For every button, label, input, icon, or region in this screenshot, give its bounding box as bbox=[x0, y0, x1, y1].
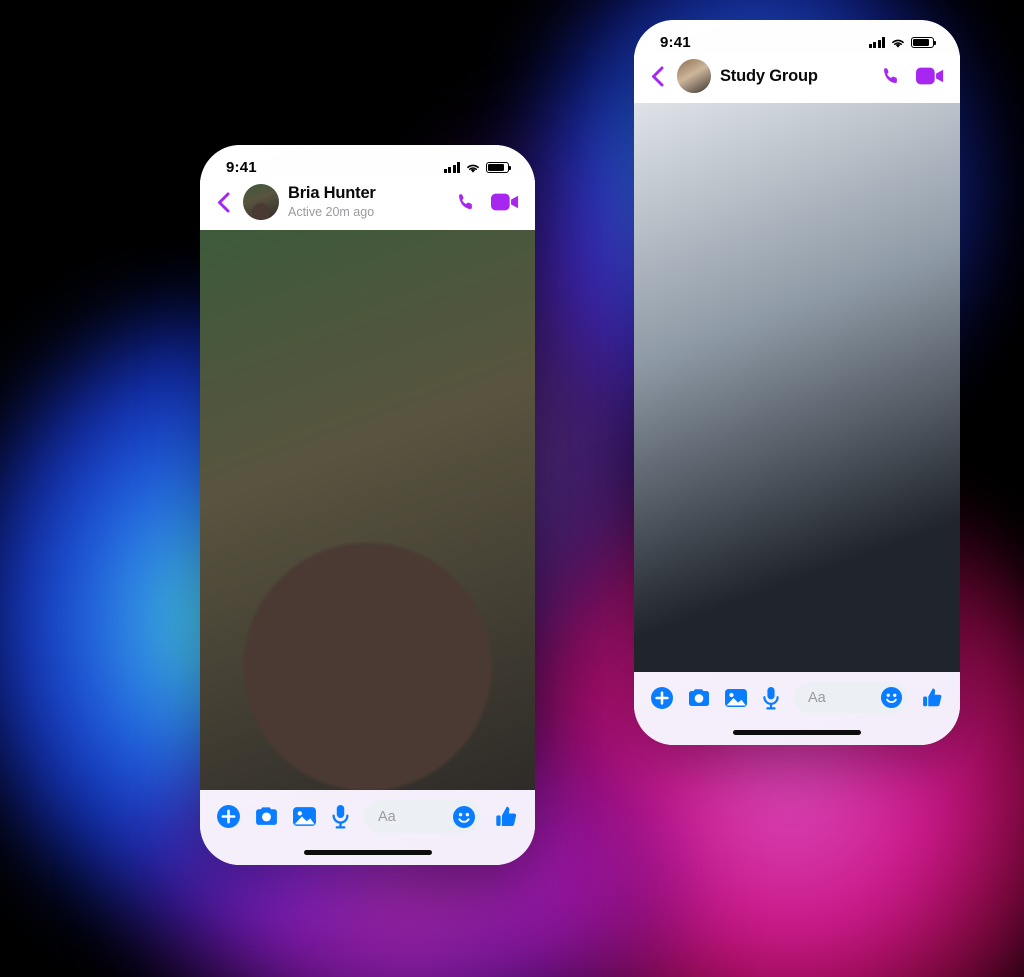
message-input-placeholder: Aa bbox=[378, 808, 396, 825]
cellular-bars-icon bbox=[868, 37, 885, 48]
screen-bria-hunter: 9:41 Bria Hunter Active 20m ago Aa bbox=[200, 145, 535, 865]
battery-icon bbox=[911, 37, 937, 48]
wifi-icon bbox=[892, 39, 904, 48]
status-time: 9:41 bbox=[226, 159, 257, 176]
home-bar bbox=[200, 839, 535, 865]
battery-icon bbox=[486, 162, 512, 173]
status-bar: 9:41 bbox=[634, 20, 960, 53]
chat-header: Bria Hunter Active 20m ago bbox=[200, 178, 535, 231]
message-list[interactable]: Was so nice to see the sunrise! I kept a… bbox=[200, 230, 535, 790]
screen-study-group: 9:41 Study Group Aa bbox=[634, 20, 960, 745]
header-actions bbox=[880, 65, 944, 87]
home-bar bbox=[634, 719, 960, 745]
message-input[interactable]: Aa bbox=[794, 682, 908, 713]
header-title: Study Group bbox=[720, 67, 871, 86]
status-icons bbox=[868, 37, 937, 49]
group-avatar[interactable] bbox=[677, 59, 711, 93]
wifi-icon bbox=[467, 164, 479, 173]
chevron-left-icon[interactable] bbox=[646, 65, 668, 87]
screenshot-stage: 9:41 Study Group Aa 9:41 Bria Hunter Act… bbox=[0, 0, 1024, 977]
video-camera-icon[interactable] bbox=[916, 66, 944, 86]
smiley-icon[interactable] bbox=[452, 805, 476, 829]
bria-avatar[interactable] bbox=[200, 230, 535, 790]
message-input[interactable]: Aa bbox=[364, 800, 481, 833]
conversation-name: Bria Hunter bbox=[288, 184, 376, 202]
plus-circle-icon[interactable] bbox=[650, 686, 674, 710]
header-title: Bria Hunter Active 20m ago bbox=[288, 184, 446, 220]
active-status: Active 20m ago bbox=[288, 204, 375, 219]
yuri-avatar[interactable] bbox=[634, 103, 960, 672]
status-time: 9:41 bbox=[660, 34, 691, 51]
cellular-bars-icon bbox=[443, 162, 460, 173]
message-input-placeholder: Aa bbox=[808, 689, 826, 706]
chat-header: Study Group bbox=[634, 53, 960, 103]
thumbs-up-icon[interactable] bbox=[494, 804, 519, 830]
camera-icon[interactable] bbox=[254, 804, 279, 829]
chevron-left-icon[interactable] bbox=[212, 191, 234, 213]
photo-icon[interactable] bbox=[292, 805, 317, 828]
microphone-icon[interactable] bbox=[330, 804, 351, 829]
composer: Aa bbox=[200, 790, 535, 839]
photo-icon[interactable] bbox=[724, 687, 748, 709]
status-bar: 9:41 bbox=[200, 145, 535, 178]
reactions-row[interactable]: 😱 😱 😱 bbox=[200, 230, 535, 790]
conversation-name: Study Group bbox=[720, 66, 818, 85]
message-list[interactable]: everyone up to? Shane Big test tomorrow!… bbox=[634, 103, 960, 672]
phone-icon[interactable] bbox=[880, 65, 902, 87]
status-icons bbox=[443, 162, 512, 174]
composer: Aa bbox=[634, 672, 960, 719]
microphone-icon[interactable] bbox=[761, 686, 781, 710]
thumbs-up-icon[interactable] bbox=[921, 686, 944, 710]
plus-circle-icon[interactable] bbox=[216, 804, 241, 829]
contact-avatar[interactable] bbox=[243, 184, 279, 221]
header-actions bbox=[455, 191, 519, 213]
phone-study-group: 9:41 Study Group Aa bbox=[634, 20, 960, 745]
phone-icon[interactable] bbox=[455, 191, 477, 213]
message-row[interactable]: I'm heading home but can join at 5:15 bbox=[634, 103, 960, 672]
smiley-icon[interactable] bbox=[880, 686, 903, 709]
phone-bria-hunter: 9:41 Bria Hunter Active 20m ago Aa bbox=[200, 145, 535, 865]
video-camera-icon[interactable] bbox=[491, 192, 519, 212]
camera-icon[interactable] bbox=[687, 686, 711, 710]
